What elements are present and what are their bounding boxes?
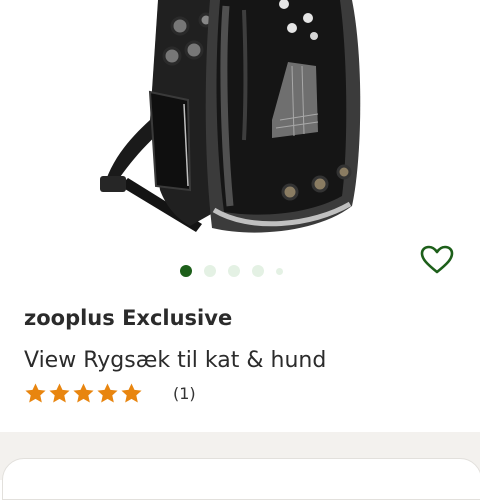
rating-summary[interactable]: (1) (24, 382, 196, 405)
product-image[interactable] (0, 0, 480, 250)
pet-backpack-image (100, 0, 361, 233)
purchase-options-card (2, 458, 480, 500)
image-carousel-indicator (180, 264, 283, 278)
brand-link[interactable]: zooplus Exclusive (24, 306, 232, 330)
heart-outline-icon (420, 245, 454, 274)
carousel-dot-4[interactable] (252, 265, 264, 277)
star-icon (73, 383, 94, 403)
carousel-dot-2[interactable] (204, 265, 216, 277)
star-icon (97, 383, 118, 403)
rating-stars (24, 382, 143, 405)
review-count[interactable]: (1) (173, 384, 196, 403)
carousel-dot-1[interactable] (180, 265, 192, 277)
star-icon (25, 383, 46, 403)
star-icon (121, 383, 142, 403)
carousel-dot-3[interactable] (228, 265, 240, 277)
star-icon (49, 383, 70, 403)
product-title: View Rygsæk til kat & hund (24, 348, 327, 373)
wishlist-button[interactable] (417, 242, 457, 278)
carousel-dot-5[interactable] (276, 267, 283, 275)
